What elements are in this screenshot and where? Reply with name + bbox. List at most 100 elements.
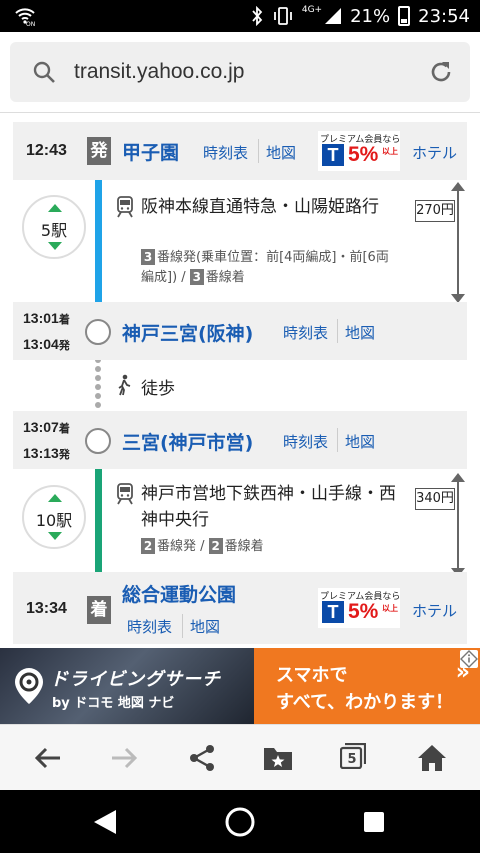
transfer-station[interactable]: 三宮(神戸市営) [122, 428, 253, 455]
nav-back-icon[interactable] [92, 808, 118, 836]
route-detail: 12:43 発 甲子園 時刻表 地図 プレミアム会員なら T 5% 以上 ホテル… [0, 112, 480, 648]
tpoint-ad[interactable]: プレミアム会員なら T 5% 以上 [318, 588, 400, 628]
arrival-hotel-link[interactable]: ホテル [412, 600, 457, 621]
stop-node [85, 428, 111, 454]
arrival-time: 13:01着 [23, 310, 70, 326]
platform-text: 番線発 / [157, 539, 205, 554]
link-divider [182, 614, 183, 638]
departure-time: 12:43 [26, 142, 67, 159]
battery-percent: 21% [350, 5, 391, 27]
clock: 23:54 [418, 5, 470, 27]
tpoint-percent: 5% [348, 143, 379, 166]
banner-ad-left[interactable]: ドライビングサーチ by ドコモ 地図 ナビ [0, 648, 254, 724]
departure-row: 12:43 発 甲子園 時刻表 地図 プレミアム会員なら T 5% 以上 ホテル [13, 122, 467, 180]
svg-text:ON: ON [26, 21, 35, 26]
transfer-map-link[interactable]: 地図 [345, 322, 375, 343]
transfer-map-link[interactable]: 地図 [345, 431, 375, 452]
fare-badge: 270円 [415, 200, 455, 222]
transfer-timetable-link[interactable]: 時刻表 [283, 431, 328, 452]
tpoint-percent: 5% [348, 600, 379, 623]
browser-toolbar: 5 [0, 724, 480, 790]
tpoint-logo: T [322, 601, 344, 623]
tpoint-upto: 以上 [382, 604, 398, 613]
url-text[interactable]: transit.yahoo.co.jp [74, 60, 244, 84]
platform-info: 2 番線発 / 2 番線着 [141, 537, 401, 557]
link-divider [258, 139, 259, 163]
departure-hotel-link[interactable]: ホテル [412, 142, 457, 163]
reload-icon[interactable] [428, 59, 454, 85]
battery-icon [398, 6, 411, 26]
stops-count-badge: 5駅 [22, 195, 86, 259]
platform-number: 2 [208, 538, 223, 554]
url-bar[interactable]: transit.yahoo.co.jp [10, 42, 470, 102]
fare-range-indicator [451, 182, 465, 303]
platform-number: 2 [141, 538, 155, 554]
banner-subtitle: by ドコモ 地図 ナビ [52, 696, 175, 711]
platform-number: 3 [189, 269, 204, 285]
train-name: 神戸市営地下鉄西神・山手線・西神中央行 [141, 484, 396, 530]
transfer-row-kobe-sannomiya-hanshin: 13:01着 13:04発 神戸三宮(阪神) 時刻表 地図 [13, 302, 467, 360]
tpoint-ad[interactable]: プレミアム会員なら T 5% 以上 [318, 131, 400, 171]
train-name: 阪神本線直通特急・山陽姫路行 [141, 197, 379, 217]
banner-ad[interactable]: ドライビングサーチ by ドコモ 地図 ナビ スマホで すべて、わかります！ » [0, 648, 480, 724]
stops-count: 5駅 [40, 221, 68, 240]
platform-text: 番線発(乗車位置：前[4両編成]・前[6両編成]) / [141, 250, 389, 285]
link-divider [337, 319, 338, 343]
search-icon [33, 61, 55, 83]
arrival-time: 13:07着 [23, 419, 70, 435]
arrival-badge: 着 [87, 596, 111, 624]
arrival-station[interactable]: 総合運動公園 [122, 580, 236, 607]
chevron-up-icon [48, 494, 62, 502]
platform-text: 番線着 [224, 539, 264, 554]
tpoint-logo: T [322, 144, 344, 166]
train-icon [117, 196, 133, 218]
arrival-map-link[interactable]: 地図 [190, 616, 220, 637]
vibrate-icon [273, 7, 292, 25]
network-type: 4G+ [301, 5, 323, 15]
transfer-row-sannomiya-kobe-municipal: 13:07着 13:13発 三宮(神戸市営) 時刻表 地図 [13, 411, 467, 469]
home-icon[interactable] [416, 743, 448, 773]
departure-map-link[interactable]: 地図 [266, 142, 296, 163]
arrival-timetable-link[interactable]: 時刻表 [127, 616, 172, 637]
nav-recents-icon[interactable] [362, 810, 386, 834]
banner-title: ドライビングサーチ [50, 669, 221, 690]
walk-label: 徒歩 [141, 379, 175, 399]
stops-count: 10駅 [35, 511, 73, 530]
chevron-up-icon [48, 204, 62, 212]
back-icon[interactable] [32, 743, 64, 773]
share-icon[interactable] [186, 743, 218, 773]
banner-line1: スマホで [276, 665, 348, 686]
fare-badge: 340円 [415, 488, 455, 510]
tpoint-upto: 以上 [382, 147, 398, 156]
browser-header: transit.yahoo.co.jp [0, 32, 480, 112]
arrival-row: 13:34 着 総合運動公園 時刻表 地図 プレミアム会員なら T 5% 以上 … [13, 572, 467, 644]
nav-home-icon[interactable] [224, 806, 256, 838]
departure-time: 13:04発 [23, 336, 70, 352]
bookmark-icon[interactable] [262, 743, 294, 773]
map-pin-icon [15, 668, 43, 704]
ad-info-icon[interactable] [460, 650, 478, 668]
banner-line2: すべて、わかります！ [276, 692, 454, 713]
fare-range-indicator [451, 473, 465, 577]
tab-count: 5 [347, 752, 357, 767]
forward-icon[interactable] [108, 743, 140, 773]
chevron-down-icon [48, 532, 62, 540]
departure-badge: 発 [87, 137, 111, 165]
android-nav-bar [0, 790, 480, 853]
bluetooth-icon [252, 6, 263, 26]
link-divider [337, 428, 338, 452]
stop-node [85, 319, 111, 345]
banner-ad-right[interactable]: スマホで すべて、わかります！ » [254, 648, 480, 724]
departure-station[interactable]: 甲子園 [122, 138, 179, 165]
transfer-station[interactable]: 神戸三宮(阪神) [122, 319, 253, 346]
walk-icon [118, 374, 131, 396]
platform-text: 番線着 [205, 270, 245, 285]
departure-timetable-link[interactable]: 時刻表 [203, 142, 248, 163]
wifi-icon: ON [15, 8, 35, 26]
chevron-down-icon [48, 242, 62, 250]
transfer-timetable-link[interactable]: 時刻表 [283, 322, 328, 343]
train-icon [117, 483, 133, 505]
departure-time: 13:13発 [23, 445, 70, 461]
platform-number: 3 [141, 249, 155, 265]
signal-icon [325, 8, 342, 24]
